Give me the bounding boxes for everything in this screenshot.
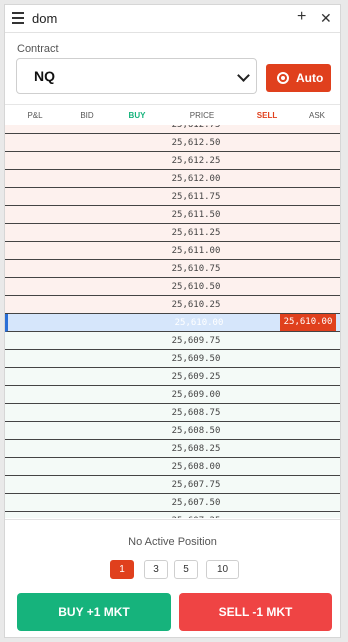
ladder-row[interactable]: 25,612.25 <box>5 152 340 170</box>
sell-market-button[interactable]: SELL -1 MKT <box>179 593 332 631</box>
ladder-row[interactable]: 25,609.25 <box>5 368 340 386</box>
ladder-row[interactable]: 25,610.75 <box>5 260 340 278</box>
price-cell: 25,612.25 <box>171 156 221 166</box>
ladder-row[interactable]: 25,611.75 <box>5 188 340 206</box>
price-cell: 25,611.75 <box>171 192 221 202</box>
price-cell: 25,609.50 <box>171 354 221 364</box>
close-icon[interactable]: ✕ <box>320 8 332 28</box>
qty-button-10[interactable]: 10 <box>206 560 239 579</box>
ladder-row[interactable]: 25,612.00 <box>5 170 340 188</box>
dom-panel: dom + ✕ Contract NQ Auto P&L BID BUY PRI… <box>4 4 341 638</box>
price-cell: 25,610.00 <box>174 318 224 328</box>
last-price-row[interactable]: 25,610.00 25,610.00 <box>5 314 340 332</box>
column-header-ask: ASK <box>308 111 325 120</box>
ladder-row[interactable]: 25,612.50 <box>5 134 340 152</box>
ladder-row[interactable]: 25,608.00 <box>5 458 340 476</box>
price-cell: 25,611.00 <box>171 246 221 256</box>
price-cell: 25,610.25 <box>171 300 221 310</box>
plus-icon[interactable]: + <box>297 7 306 27</box>
ladder-row[interactable]: 25,612.75 <box>5 125 340 134</box>
order-footer: No Active Position 1 3 5 10 BUY +1 MKT S… <box>5 519 340 637</box>
ladder-row[interactable]: 25,607.75 <box>5 476 340 494</box>
ladder-row[interactable]: 25,608.50 <box>5 422 340 440</box>
price-cell: 25,609.25 <box>171 372 221 382</box>
price-cell: 25,612.75 <box>171 125 221 130</box>
price-cell: 25,611.50 <box>171 210 221 220</box>
contract-label: Contract <box>17 43 59 55</box>
chevron-down-icon <box>237 69 250 82</box>
price-cell: 25,608.00 <box>171 462 221 472</box>
ladder-row[interactable]: 25,611.25 <box>5 224 340 242</box>
ladder-row[interactable]: 25,610.50 <box>5 278 340 296</box>
auto-button-label: Auto <box>296 71 324 85</box>
price-cell: 25,608.75 <box>171 408 221 418</box>
price-cell: 25,607.50 <box>171 498 221 508</box>
column-header-buy: BUY <box>128 111 146 120</box>
price-ladder[interactable]: 25,612.75 25,612.50 25,612.25 25,612.00 25,6… <box>5 125 340 518</box>
ladder-row[interactable]: 25,607.50 <box>5 494 340 512</box>
price-cell: 25,612.00 <box>171 174 221 184</box>
contract-value: NQ <box>34 68 55 84</box>
ladder-row[interactable]: 25,611.50 <box>5 206 340 224</box>
ladder-row[interactable]: 25,607.25 <box>5 512 340 518</box>
ladder-row[interactable]: 25,609.75 <box>5 332 340 350</box>
auto-button[interactable]: Auto <box>266 64 331 92</box>
price-cell: 25,610.50 <box>171 282 221 292</box>
panel-title: dom <box>32 11 58 26</box>
position-status: No Active Position <box>128 536 217 548</box>
price-cell: 25,607.75 <box>171 480 221 490</box>
qty-button-5[interactable]: 5 <box>174 560 198 579</box>
ladder-header: P&L BID BUY PRICE SELL ASK <box>5 104 340 126</box>
ladder-row[interactable]: 25,608.75 <box>5 404 340 422</box>
ladder-row[interactable]: 25,609.50 <box>5 350 340 368</box>
column-header-price: PRICE <box>189 111 215 120</box>
contract-select[interactable]: NQ <box>16 58 257 94</box>
price-cell: 25,607.25 <box>165 516 227 518</box>
price-cell: 25,610.75 <box>171 264 221 274</box>
price-cell: 25,612.50 <box>171 138 221 148</box>
target-icon <box>277 72 289 84</box>
ladder-row[interactable]: 25,611.00 <box>5 242 340 260</box>
ladder-row[interactable]: 25,609.00 <box>5 386 340 404</box>
price-cell: 25,611.25 <box>171 228 221 238</box>
price-cell: 25,609.00 <box>171 390 221 400</box>
buy-market-button[interactable]: BUY +1 MKT <box>17 593 171 631</box>
column-header-sell: SELL <box>256 111 278 120</box>
title-bar: dom + ✕ <box>5 5 340 33</box>
menu-icon[interactable] <box>12 12 24 24</box>
price-cell: 25,608.25 <box>171 444 221 454</box>
price-cell: 25,609.75 <box>171 336 221 346</box>
column-header-bid: BID <box>80 111 94 120</box>
qty-button-1[interactable]: 1 <box>110 560 134 579</box>
column-header-pnl: P&L <box>27 111 43 120</box>
ladder-row[interactable]: 25,610.25 <box>5 296 340 314</box>
sell-price-marker[interactable]: 25,610.00 <box>280 314 336 331</box>
qty-button-3[interactable]: 3 <box>144 560 168 579</box>
price-cell: 25,608.50 <box>171 426 221 436</box>
ladder-row[interactable]: 25,608.25 <box>5 440 340 458</box>
